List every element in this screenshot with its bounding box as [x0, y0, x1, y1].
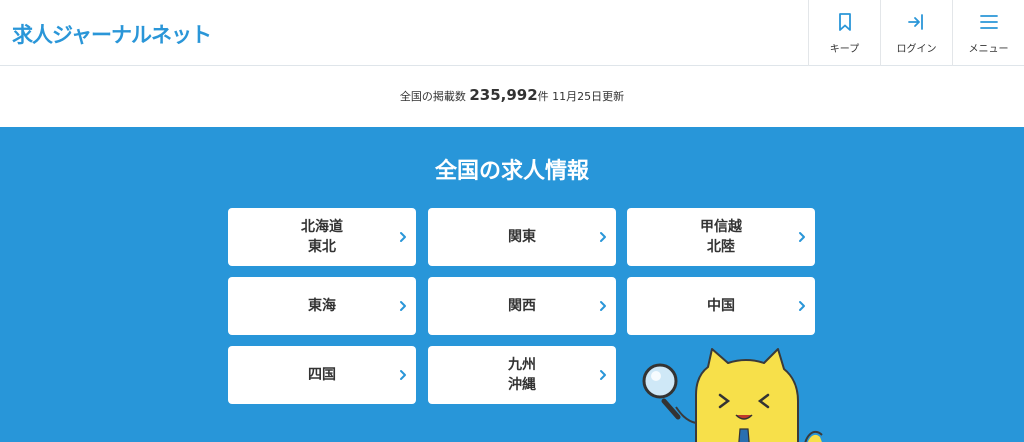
region-label: 東海	[308, 298, 336, 314]
region-shikoku-button[interactable]: 四国	[228, 346, 416, 404]
region-tokai-button[interactable]: 東海	[228, 277, 416, 335]
menu-icon	[979, 15, 998, 29]
menu-label: メニュー	[968, 44, 1009, 55]
listing-count-prefix: 全国の掲載数	[399, 90, 466, 103]
region-label: 関西	[508, 298, 536, 314]
chevron-right-icon	[799, 232, 805, 242]
region-kanto-button[interactable]: 関東	[428, 208, 616, 266]
site-header: 求人ジャーナルネット キープ ログイン メニュー	[0, 0, 1024, 66]
region-chugoku-button[interactable]: 中国	[627, 277, 815, 335]
chevron-right-icon	[600, 232, 606, 242]
region-label: 北海道 東北	[301, 219, 343, 255]
region-label: 関東	[508, 229, 536, 245]
menu-button[interactable]: メニュー	[952, 0, 1024, 66]
login-label: ログイン	[896, 44, 937, 55]
region-kyushu-okinawa-button[interactable]: 九州 沖縄	[428, 346, 616, 404]
keep-button[interactable]: キープ	[808, 0, 880, 66]
listing-count: 全国の掲載数 235,992件 11月25日更新	[0, 86, 1024, 104]
bookmark-icon	[838, 13, 851, 31]
chevron-right-icon	[400, 370, 406, 380]
region-kansai-button[interactable]: 関西	[428, 277, 616, 335]
chevron-right-icon	[400, 301, 406, 311]
listing-count-number: 235,992	[469, 86, 538, 104]
region-label: 四国	[308, 367, 336, 383]
login-icon	[907, 14, 923, 30]
section-title: 全国の求人情報	[434, 159, 589, 184]
chevron-right-icon	[600, 370, 606, 380]
region-label: 九州 沖縄	[508, 357, 536, 393]
region-label: 甲信越 北陸	[700, 219, 742, 255]
region-search-section: 全国の求人情報 北海道 東北 関東 甲信越 北陸 東海 関西 中国 四国 九州 …	[0, 127, 1024, 442]
listing-count-bar: 全国の掲載数 235,992件 11月25日更新	[0, 66, 1024, 127]
keep-label: キープ	[829, 44, 860, 55]
login-button[interactable]: ログイン	[880, 0, 952, 66]
site-logo[interactable]: 求人ジャーナルネット	[12, 19, 212, 49]
region-koshinetsu-hokuriku-button[interactable]: 甲信越 北陸	[627, 208, 815, 266]
chevron-right-icon	[600, 301, 606, 311]
listing-updated-date: 11月25日更新	[552, 90, 625, 103]
region-label: 中国	[707, 298, 735, 314]
listing-count-unit: 件	[537, 90, 549, 103]
region-hokkaido-tohoku-button[interactable]: 北海道 東北	[228, 208, 416, 266]
mascot-illustration	[642, 348, 823, 442]
chevron-right-icon	[799, 301, 805, 311]
header-nav: キープ ログイン メニュー	[808, 0, 1024, 66]
chevron-right-icon	[400, 232, 406, 242]
